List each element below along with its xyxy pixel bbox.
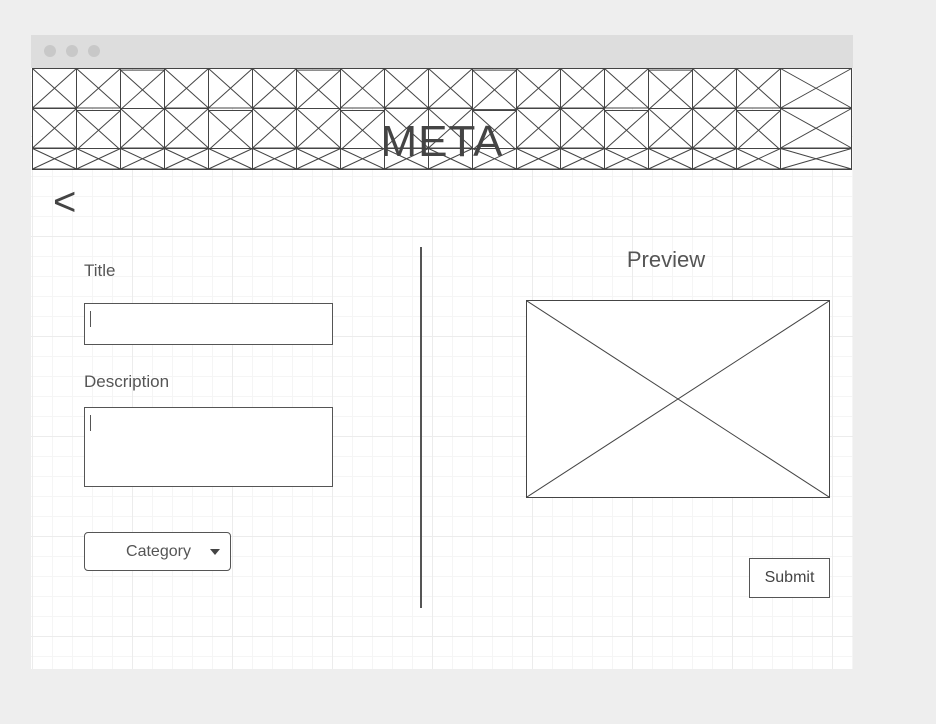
back-button[interactable]: < [53, 182, 76, 222]
header-banner: META [32, 68, 852, 171]
image-placeholder-icon [526, 300, 830, 498]
text-cursor [90, 311, 91, 327]
window-minimize-dot[interactable] [66, 45, 78, 57]
page-title: META [380, 117, 504, 166]
preview-image-placeholder [526, 300, 830, 498]
window-close-dot[interactable] [44, 45, 56, 57]
window-maximize-dot[interactable] [88, 45, 100, 57]
title-input[interactable] [84, 303, 333, 345]
chevron-down-icon [210, 549, 220, 555]
column-divider [420, 247, 422, 608]
submit-button[interactable]: Submit [749, 558, 830, 598]
preview-title: Preview [626, 247, 706, 272]
text-cursor [90, 415, 91, 431]
description-label: Description [84, 372, 170, 391]
title-label: Title [84, 261, 116, 280]
window-titlebar [31, 35, 853, 68]
category-dropdown[interactable]: Category [84, 532, 231, 571]
description-textarea[interactable] [84, 407, 333, 487]
browser-window: META < Title Description Category Previe… [31, 35, 853, 669]
